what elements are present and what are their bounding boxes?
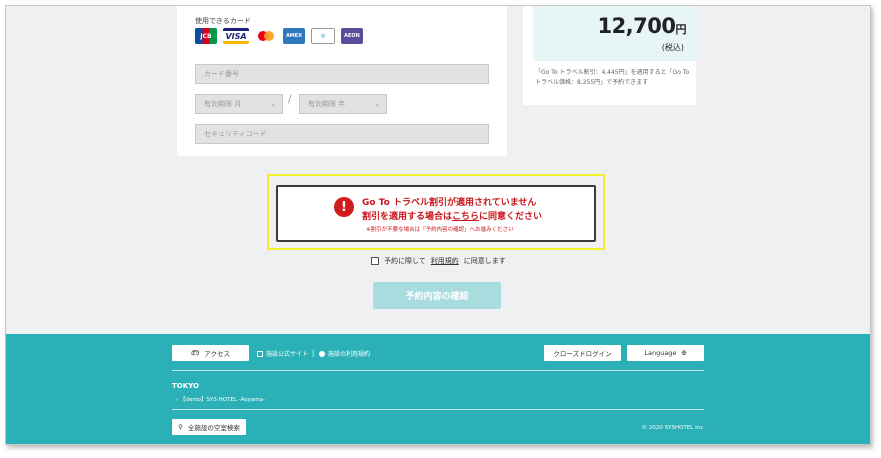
card-brand-list: JCB VISA AMEX ◎ AEON	[195, 28, 363, 44]
exp-year-placeholder: 有効期限 年	[308, 100, 346, 108]
check-circle-icon	[319, 350, 325, 357]
facility-terms-link[interactable]: 施設の利用規約	[319, 349, 370, 358]
official-site-link[interactable]: 施設公式サイト	[257, 349, 308, 358]
globe-icon: 🌐︎	[681, 348, 687, 357]
official-site-label: 施設公式サイト	[266, 351, 309, 358]
alert-icon: !	[334, 197, 354, 217]
warning-instruction-pre: 割引を適用する場合は	[362, 212, 453, 222]
card-number-input[interactable]: カード番号	[195, 64, 489, 84]
footer-divider	[172, 370, 704, 371]
bus-icon: 🚌︎	[191, 349, 200, 357]
card-number-placeholder: カード番号	[204, 70, 239, 78]
accepted-cards-label: 使用できるカード	[195, 17, 251, 25]
search-all-facilities-button[interactable]: ⚲ 全施設の空室検索	[172, 419, 246, 435]
facility-terms-label: 施設の利用規約	[328, 351, 371, 358]
footer-separator: |	[312, 349, 315, 357]
price-highlight: 12,700円 (税込)	[533, 6, 696, 61]
aeon-logo-icon: AEON	[341, 28, 363, 44]
price-currency: 円	[675, 23, 687, 36]
warning-footnote: ※割引が不要な場合は「予約内容の確認」へお進みください	[366, 227, 514, 233]
tax-included-label: (税込)	[661, 43, 684, 52]
footer-divider	[172, 409, 704, 410]
access-button[interactable]: 🚌︎ アクセス	[172, 345, 249, 361]
footer: 🚌︎ アクセス 施設公式サイト | 施設の利用規約 クローズドログイン Lang…	[6, 334, 870, 444]
security-code-placeholder: セキュリティコード	[204, 130, 267, 138]
closed-login-button[interactable]: クローズドログイン	[544, 345, 621, 361]
exp-year-select[interactable]: 有効期限 年 ⌄	[299, 94, 387, 114]
exp-month-placeholder: 有効期限 月	[204, 100, 242, 108]
warning-instruction-post: に同意ください	[479, 212, 543, 222]
payment-card-panel: 使用できるカード JCB VISA AMEX ◎ AEON カード番号 有効期限…	[177, 6, 507, 156]
chevron-down-icon: ⌄	[270, 100, 276, 108]
exp-month-select[interactable]: 有効期限 月 ⌄	[195, 94, 283, 114]
confirm-reservation-button[interactable]: 予約内容の確認	[373, 282, 501, 309]
mastercard-logo-icon	[255, 28, 277, 44]
goto-discount-note: 「Go To トラベル割引：4,445円」を適用すると「Go To トラベル価格…	[535, 69, 690, 86]
warning-title: Go To トラベル割引が適用されていません	[362, 198, 537, 208]
terms-post: に同意します	[463, 257, 506, 265]
goto-warning-box: ! Go To トラベル割引が適用されていません 割引を適用する場合はこちらに同…	[276, 185, 596, 242]
security-code-input[interactable]: セキュリティコード	[195, 124, 489, 144]
terms-pre: 予約に際して	[384, 257, 426, 265]
total-price: 12,700円	[597, 14, 686, 38]
price-summary: 12,700円 (税込) 「Go To トラベル割引：4,445円」を適用すると…	[523, 6, 696, 105]
language-label: Language	[644, 349, 677, 357]
access-label: アクセス	[204, 350, 230, 358]
terms-link[interactable]: 利用規約	[431, 256, 459, 266]
amex-logo-icon: AMEX	[283, 28, 305, 44]
warning-instruction: 割引を適用する場合はこちらに同意ください	[362, 209, 542, 222]
visa-logo-icon: VISA	[223, 28, 249, 44]
chevron-down-icon: ⌄	[374, 100, 380, 108]
warning-highlight: ! Go To トラベル割引が適用されていません 割引を適用する場合はこちらに同…	[267, 174, 605, 250]
hotel-link[interactable]: › 【demo】SYS HOTEL -Aoyama-	[176, 395, 265, 403]
price-amount: 12,700	[597, 14, 676, 38]
language-button[interactable]: Language 🌐︎	[627, 345, 704, 361]
diners-logo-icon: ◎	[311, 28, 335, 44]
page-frame: 使用できるカード JCB VISA AMEX ◎ AEON カード番号 有効期限…	[5, 5, 871, 445]
search-icon: ⚲	[178, 423, 183, 431]
agree-here-link[interactable]: こちら	[452, 212, 479, 222]
hotel-label: 【demo】SYS HOTEL -Aoyama-	[179, 397, 265, 403]
closed-login-label: クローズドログイン	[553, 350, 612, 358]
external-link-icon	[257, 350, 263, 357]
exp-date-slash: /	[288, 94, 292, 105]
terms-agreement: 予約に際して 利用規約 に同意します	[371, 256, 506, 266]
search-all-label: 全施設の空室検索	[187, 424, 240, 432]
terms-checkbox[interactable]	[371, 257, 379, 265]
copyright: © 2020 SYSHOTEL Inc.	[641, 425, 705, 431]
jcb-logo-icon: JCB	[195, 28, 217, 44]
region-heading: TOKYO	[172, 382, 199, 390]
